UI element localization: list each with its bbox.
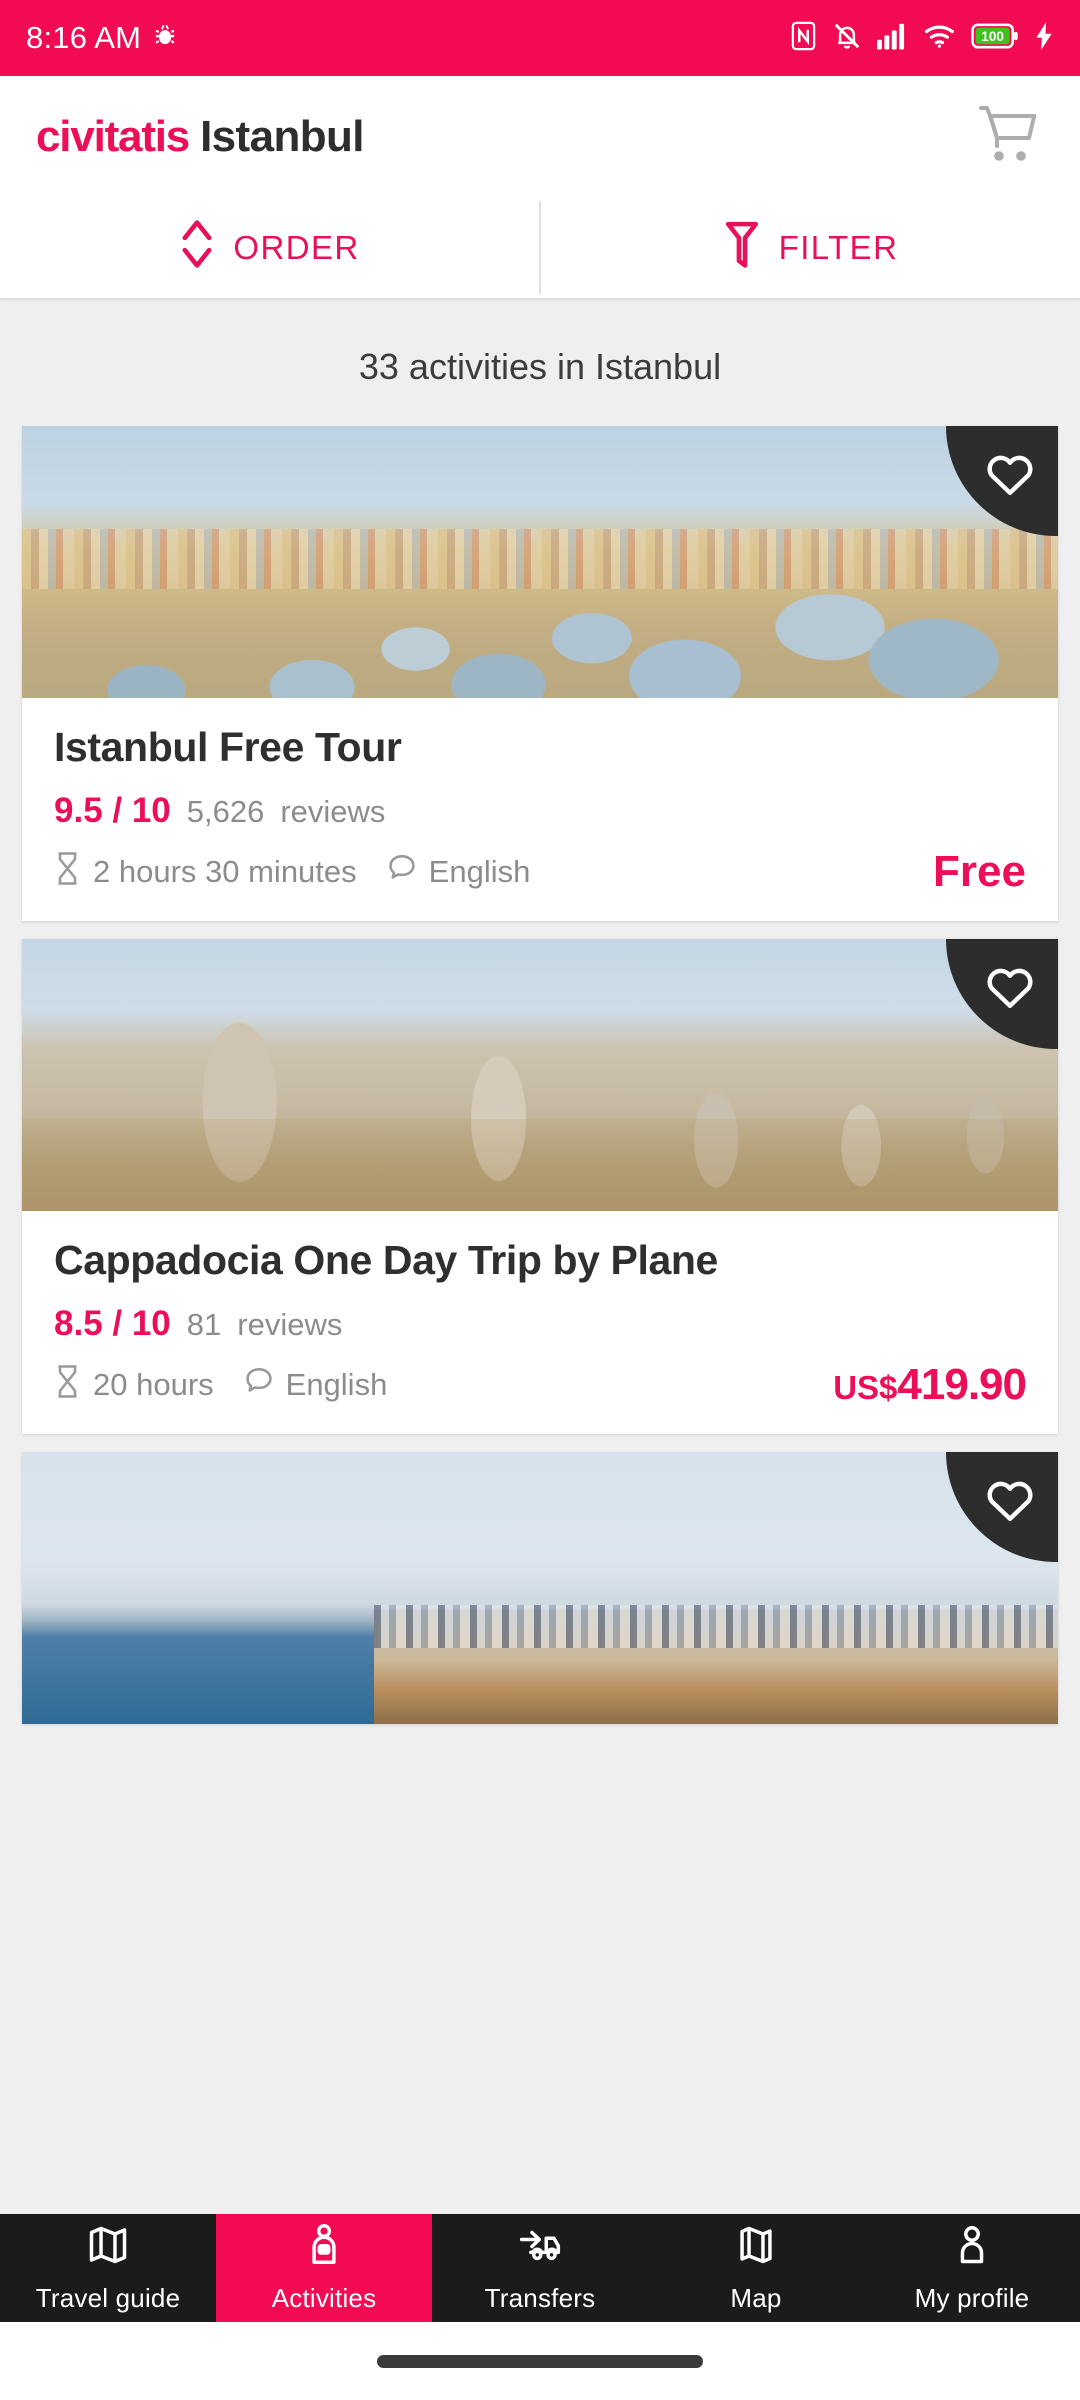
activity-photo[interactable] — [22, 1452, 1058, 1725]
nav-item-transfers[interactable]: Transfers — [432, 2214, 648, 2322]
language-meta: English — [387, 853, 531, 891]
activity-card[interactable]: Cappadocia One Day Trip by Plane 8.5 / 1… — [22, 939, 1058, 1435]
order-button[interactable]: ORDER — [0, 197, 539, 298]
charging-bolt-icon — [1034, 21, 1054, 55]
reviews-count: 81 — [186, 1307, 222, 1343]
guide-person-icon — [302, 2223, 346, 2274]
battery-icon: 100 — [971, 22, 1019, 54]
map-icon — [734, 2223, 778, 2274]
status-bar-clock: 8:16 AM — [26, 20, 142, 55]
duration-text: 2 hours 30 minutes — [93, 854, 357, 890]
cart-icon — [977, 104, 1041, 169]
activities-list-scroll[interactable]: 33 activities in Istanbul Istanbul Free … — [0, 298, 1080, 2240]
app-header: civitatis Istanbul — [0, 76, 1080, 197]
price-value: Free — [933, 847, 1026, 897]
activity-title: Istanbul Free Tour — [54, 724, 402, 770]
activity-info: Cappadocia One Day Trip by Plane 8.5 / 1… — [22, 1211, 1058, 1434]
filter-button[interactable]: FILTER — [541, 197, 1080, 298]
activity-meta-row: 20 hours English US$419.90 — [54, 1360, 1027, 1410]
reviews-count: 5,626 — [186, 794, 265, 830]
price-currency: US$ — [833, 1369, 898, 1407]
rating-score: 8.5 / 10 — [54, 1304, 171, 1344]
nav-item-map[interactable]: Map — [648, 2214, 864, 2322]
activity-rating-row: 9.5 / 10 5,626 reviews — [54, 791, 1026, 831]
home-indicator[interactable] — [377, 2354, 703, 2368]
activity-photo-image — [22, 426, 1058, 698]
svg-text:100: 100 — [981, 29, 1004, 44]
duration-meta: 20 hours — [54, 1365, 214, 1406]
wifi-icon — [924, 23, 956, 54]
vibrate-off-icon — [832, 21, 862, 56]
gesture-navigation-area — [0, 2322, 1080, 2400]
activity-info: Istanbul Free Tour 9.5 / 10 5,626 review… — [22, 698, 1058, 921]
funnel-icon — [723, 218, 761, 278]
page-title: Istanbul — [200, 111, 364, 161]
hourglass-icon — [54, 1365, 81, 1406]
activity-price: Free — [933, 847, 1026, 897]
bug-icon — [151, 22, 179, 55]
brand-name: civitatis — [36, 111, 190, 161]
activity-photo[interactable] — [22, 426, 1058, 698]
activity-card[interactable] — [22, 1452, 1058, 1725]
sort-updown-icon — [179, 218, 215, 278]
rating-score: 9.5 / 10 — [54, 791, 171, 831]
price-value: 419.90 — [897, 1360, 1027, 1410]
status-bar: 8:16 AM 100 — [0, 0, 1080, 76]
cart-button[interactable] — [974, 102, 1044, 172]
brand-logo[interactable]: civitatis Istanbul — [36, 111, 365, 162]
duration-meta: 2 hours 30 minutes — [54, 851, 357, 893]
activity-title: Cappadocia One Day Trip by Plane — [54, 1237, 718, 1284]
heart-outline-icon — [984, 963, 1036, 1016]
language-meta: English — [244, 1366, 388, 1404]
nav-label: Activities — [271, 2282, 377, 2313]
heart-outline-icon — [984, 450, 1036, 503]
nav-item-my-profile[interactable]: My profile — [864, 2214, 1080, 2322]
results-count: 33 activities in Istanbul — [358, 346, 722, 387]
folded-map-icon — [86, 2223, 130, 2274]
hourglass-icon — [54, 851, 81, 893]
nav-item-travel-guide[interactable]: Travel guide — [0, 2214, 216, 2322]
activity-price: US$419.90 — [833, 1360, 1027, 1410]
nav-label: Map — [730, 2282, 782, 2313]
status-bar-left: 8:16 AM — [26, 20, 179, 56]
speech-bubble-icon — [244, 1366, 274, 1404]
car-arrow-icon — [516, 2223, 564, 2274]
bottom-navigation: Travel guide Activities Transfers Map My… — [0, 2214, 1080, 2322]
duration-text: 20 hours — [93, 1367, 214, 1403]
person-icon — [950, 2223, 994, 2274]
heart-outline-icon — [984, 1476, 1036, 1529]
activity-rating-row: 8.5 / 10 81 reviews — [54, 1304, 1026, 1344]
order-button-label: ORDER — [233, 228, 360, 266]
reviews-label: reviews — [237, 1307, 343, 1343]
activity-photo-image — [22, 939, 1058, 1212]
nav-label: My profile — [914, 2282, 1030, 2313]
activity-photo-image — [22, 1452, 1058, 1725]
nav-item-activities[interactable]: Activities — [216, 2214, 432, 2322]
nav-label: Travel guide — [35, 2282, 181, 2313]
activity-card[interactable]: Istanbul Free Tour 9.5 / 10 5,626 review… — [22, 426, 1058, 922]
sort-filter-toolbar: ORDER FILTER — [0, 197, 1080, 298]
filter-button-label: FILTER — [778, 228, 899, 266]
speech-bubble-icon — [387, 853, 417, 891]
nav-label: Transfers — [484, 2282, 596, 2313]
signal-icon — [877, 22, 909, 55]
language-text: English — [285, 1367, 388, 1403]
status-bar-right: 100 — [790, 21, 1054, 56]
activity-photo[interactable] — [22, 939, 1058, 1212]
nfc-icon — [790, 21, 817, 56]
language-text: English — [428, 854, 531, 890]
reviews-label: reviews — [280, 794, 386, 830]
activity-meta-row: 2 hours 30 minutes English Free — [54, 847, 1026, 897]
